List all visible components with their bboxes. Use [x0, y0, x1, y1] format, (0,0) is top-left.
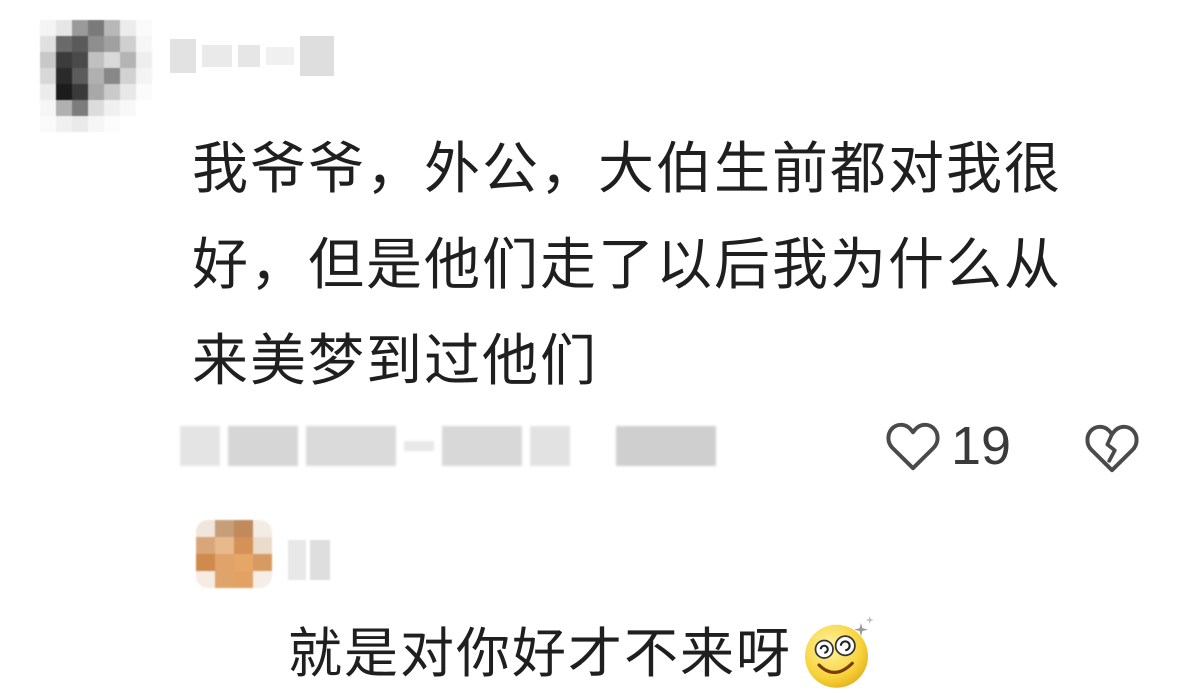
reply-username-blurred[interactable]: [288, 540, 330, 580]
comment-line: 来美梦到过他们: [192, 329, 598, 394]
reply-text-content: 就是对你好才不来呀: [288, 622, 792, 685]
like-count: 19: [951, 416, 1012, 476]
avatar[interactable]: [40, 20, 152, 132]
comment-line: 我爷爷，外公，大伯生前都对我很: [192, 137, 1062, 202]
comment-text: 我爷爷，外公，大伯生前都对我很 好，但是他们走了以后我为什么从 来美梦到过他们: [192, 122, 1152, 410]
comment-line: 好，但是他们走了以后我为什么从: [192, 233, 1062, 298]
heart-outline-icon[interactable]: [885, 420, 941, 472]
reply-text: 就是对你好才不来呀: [288, 614, 882, 694]
dizzy-smile-emoji: [805, 616, 874, 688]
username-blurred[interactable]: [170, 34, 370, 78]
comment-meta-blurred: [180, 418, 716, 474]
broken-heart-icon[interactable]: [1084, 420, 1140, 476]
reply-avatar[interactable]: [196, 520, 272, 588]
like-button[interactable]: 19: [885, 416, 1011, 476]
